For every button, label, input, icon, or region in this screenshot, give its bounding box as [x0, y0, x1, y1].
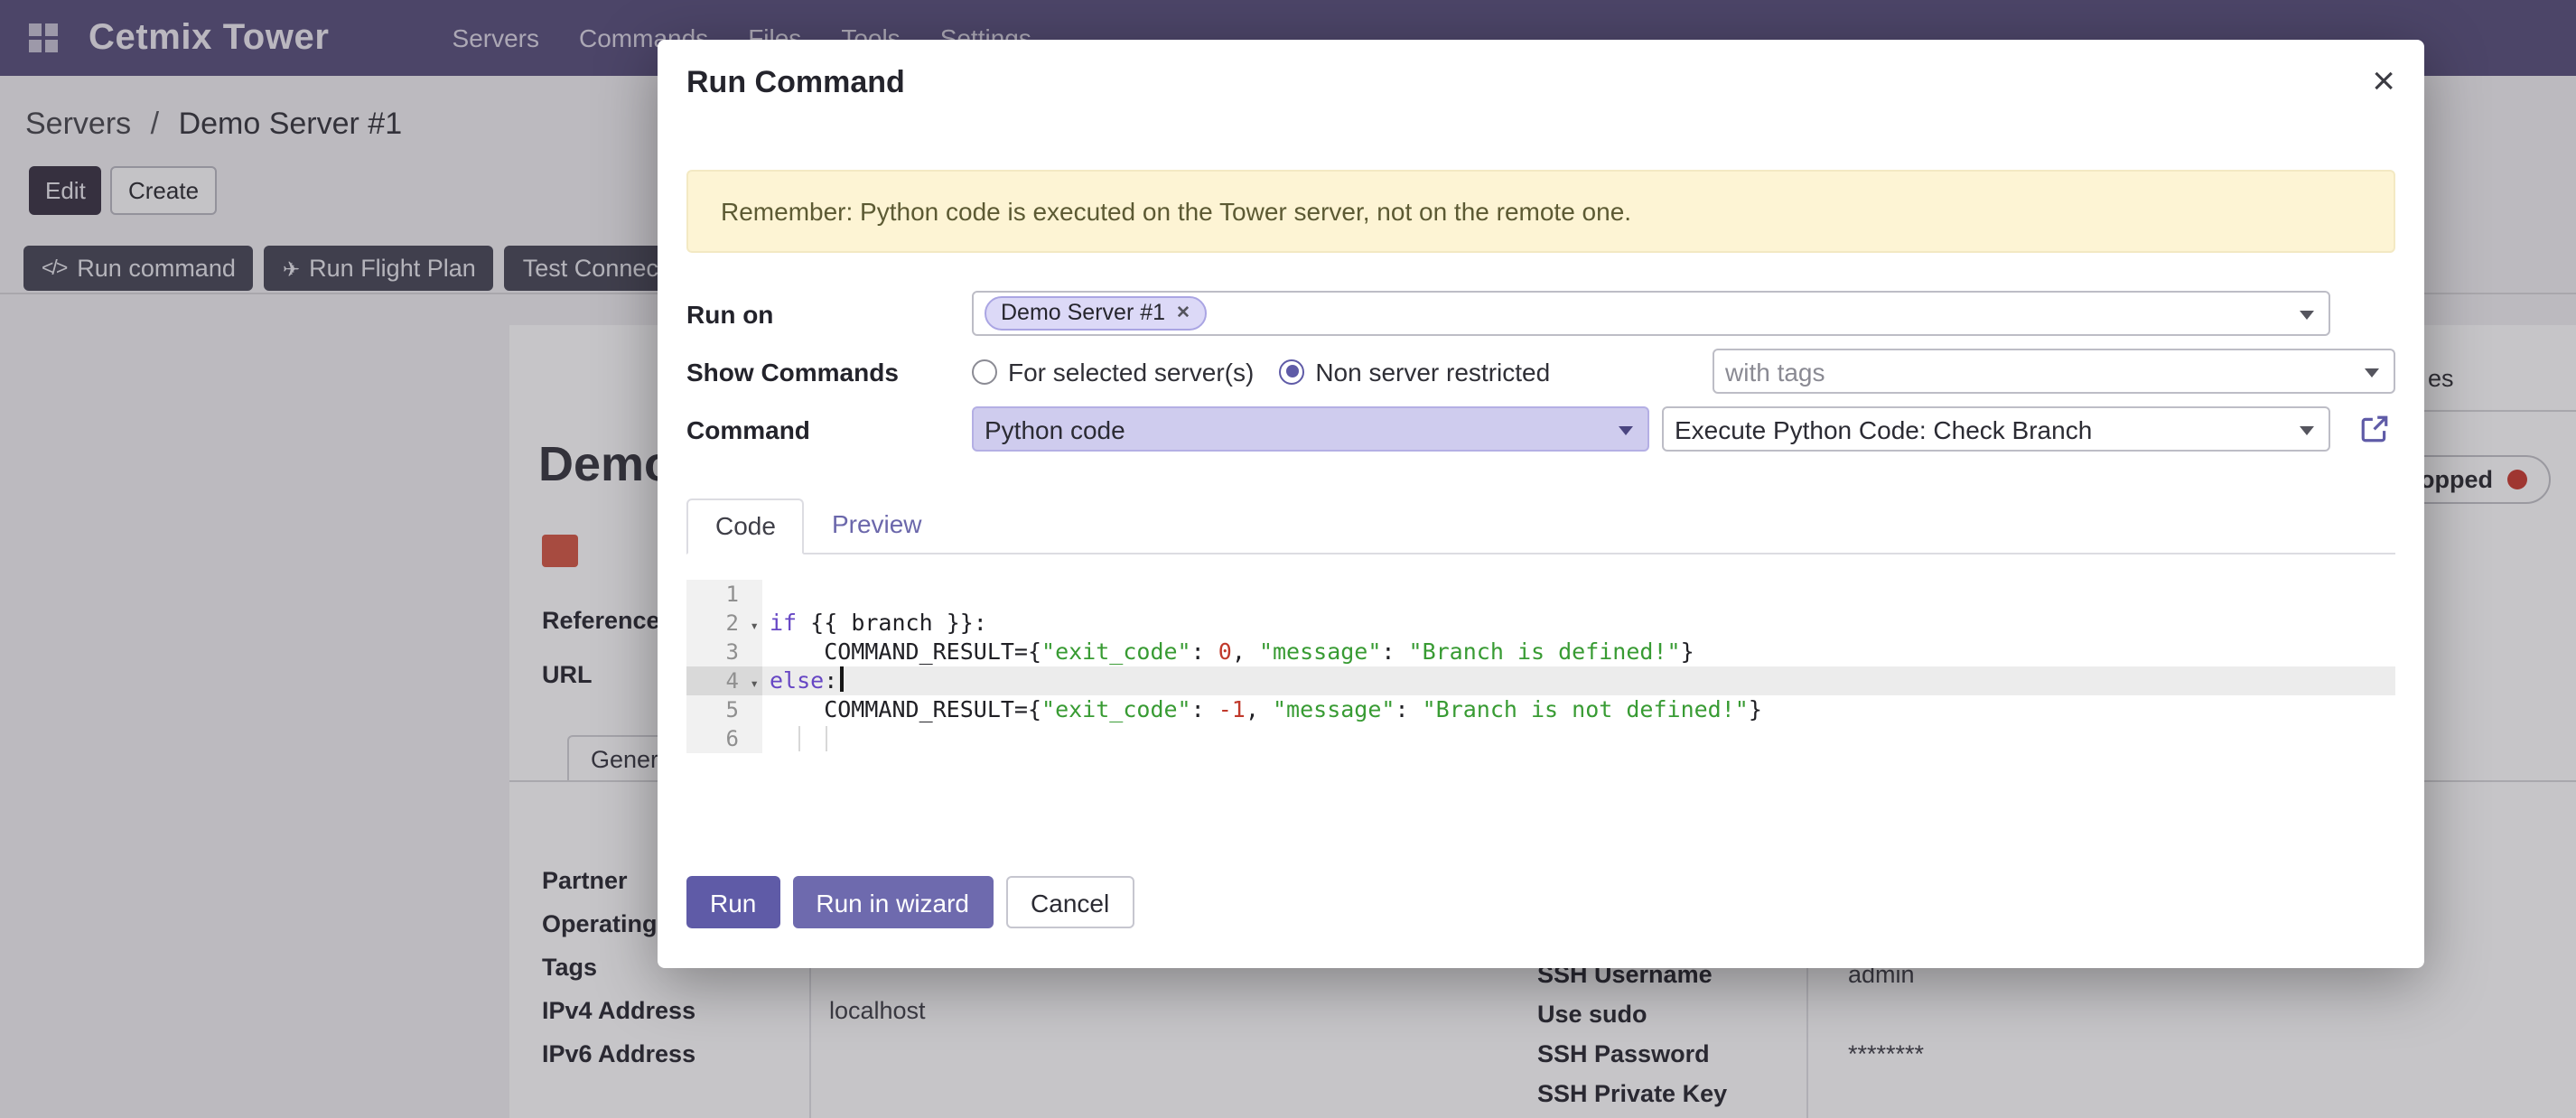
command-type-select[interactable]: Python code — [972, 406, 1649, 452]
code-token: : — [1381, 638, 1408, 665]
chevron-down-icon — [2365, 368, 2379, 377]
run-on-label: Run on — [686, 299, 972, 328]
code-line-6[interactable]: 6 — [686, 724, 2395, 753]
code-line-1[interactable]: 1 — [686, 580, 2395, 609]
indent-guide-icon — [798, 726, 800, 751]
line-number: 6 — [686, 724, 762, 753]
code-token: {{ branch }}: — [797, 609, 987, 636]
show-commands-row: Show Commands For selected server(s) Non … — [686, 349, 2395, 394]
selected-servers: Demo Server #1 ✕ — [985, 296, 1207, 331]
radio-icon — [972, 359, 997, 384]
code-line-2[interactable]: 2▾if {{ branch }}: — [686, 609, 2395, 638]
server-tag-chip[interactable]: Demo Server #1 ✕ — [985, 296, 1207, 331]
command-type-value: Python code — [985, 415, 1125, 443]
text-cursor — [839, 666, 843, 692]
code-token: "exit_code" — [1041, 638, 1191, 665]
modal-header: Run Command × — [658, 40, 2424, 101]
external-link-icon[interactable] — [2359, 414, 2390, 444]
command-select[interactable]: Execute Python Code: Check Branch — [1662, 406, 2330, 452]
code-token: -1 — [1218, 695, 1246, 722]
code-line-5[interactable]: 5 COMMAND_RESULT={"exit_code": -1, "mess… — [686, 695, 2395, 724]
chevron-down-icon — [2300, 426, 2314, 435]
code-token: COMMAND_RESULT={ — [770, 695, 1041, 722]
code-line-4[interactable]: 4▾else: — [686, 666, 2395, 695]
remove-tag-icon[interactable]: ✕ — [1176, 303, 1190, 322]
line-number: 5 — [686, 695, 762, 724]
run-on-select[interactable]: Demo Server #1 ✕ — [972, 291, 2330, 336]
code-line-content: else: — [762, 666, 2395, 695]
server-tag-label: Demo Server #1 — [1001, 300, 1165, 325]
close-icon[interactable]: × — [2372, 65, 2395, 98]
line-number: 1 — [686, 580, 762, 609]
code-token: "exit_code" — [1041, 695, 1191, 722]
indent-guide-icon — [826, 726, 827, 751]
tab-code[interactable]: Code — [686, 498, 805, 554]
code-token: : — [1191, 638, 1218, 665]
code-editor[interactable]: 12▾if {{ branch }}:3 COMMAND_RESULT={"ex… — [686, 580, 2395, 753]
chevron-down-icon — [2300, 311, 2314, 320]
code-token: "message" — [1259, 638, 1381, 665]
editor-tabs: CodePreview — [686, 498, 2395, 554]
radio-non-server-restricted[interactable]: Non server restricted — [1279, 357, 1550, 386]
code-token: "message" — [1273, 695, 1395, 722]
code-token: : — [824, 666, 837, 694]
code-token: } — [1681, 638, 1694, 665]
code-line-content: COMMAND_RESULT={"exit_code": 0, "message… — [762, 638, 2395, 666]
show-commands-radios: For selected server(s) Non server restric… — [972, 357, 1647, 386]
code-line-content — [762, 724, 2395, 753]
command-row: Command Python code Execute Python Code:… — [686, 406, 2395, 452]
code-token: } — [1749, 695, 1762, 722]
code-token: , — [1232, 638, 1259, 665]
code-token: : — [1191, 695, 1218, 722]
code-token: if — [770, 609, 797, 636]
code-line-content: COMMAND_RESULT={"exit_code": -1, "messag… — [762, 695, 2395, 724]
code-token: else — [770, 666, 824, 694]
code-token: "Branch is not defined!" — [1423, 695, 1749, 722]
app-root: Cetmix Tower ServersCommandsFilesToolsSe… — [0, 0, 2576, 1118]
show-commands-label: Show Commands — [686, 357, 972, 386]
code-token: 0 — [1218, 638, 1232, 665]
code-line-content — [762, 580, 2395, 609]
tab-preview[interactable]: Preview — [805, 498, 949, 553]
line-number: 4▾ — [686, 666, 762, 695]
modal-form: Run on Demo Server #1 ✕ Show Commands For… — [686, 291, 2395, 452]
tag-filter-select[interactable]: with tags — [1713, 349, 2395, 394]
line-number: 2▾ — [686, 609, 762, 638]
tag-filter-placeholder: with tags — [1725, 357, 1825, 386]
command-value: Execute Python Code: Check Branch — [1675, 415, 2092, 443]
radio-for-selected-server-s[interactable]: For selected server(s) — [972, 357, 1254, 386]
run-command-modal: Run Command × Remember: Python code is e… — [658, 40, 2424, 968]
code-line-content: if {{ branch }}: — [762, 609, 2395, 638]
line-number: 3 — [686, 638, 762, 666]
code-token: , — [1246, 695, 1273, 722]
code-token: "Branch is defined!" — [1409, 638, 1681, 665]
run-in-wizard-button[interactable]: Run in wizard — [792, 876, 993, 928]
code-token: COMMAND_RESULT={ — [770, 638, 1041, 665]
run-on-row: Run on Demo Server #1 ✕ — [686, 291, 2395, 336]
cancel-button[interactable]: Cancel — [1005, 876, 1134, 928]
code-token: : — [1395, 695, 1422, 722]
radio-icon — [1279, 359, 1304, 384]
chevron-down-icon — [1619, 426, 1633, 435]
command-label: Command — [686, 415, 972, 443]
radio-label: Non server restricted — [1315, 357, 1550, 386]
warning-alert: Remember: Python code is executed on the… — [686, 170, 2395, 253]
modal-title: Run Command — [686, 65, 905, 101]
code-line-3[interactable]: 3 COMMAND_RESULT={"exit_code": 0, "messa… — [686, 638, 2395, 666]
radio-label: For selected server(s) — [1008, 357, 1254, 386]
modal-footer: Run Run in wizard Cancel — [686, 876, 1134, 928]
run-button[interactable]: Run — [686, 876, 779, 928]
